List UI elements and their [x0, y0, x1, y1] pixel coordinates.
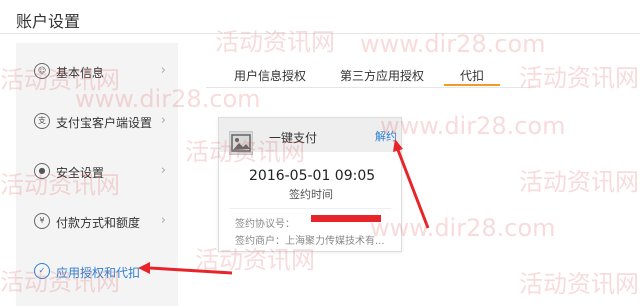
- annotation-arrows: [138, 139, 430, 275]
